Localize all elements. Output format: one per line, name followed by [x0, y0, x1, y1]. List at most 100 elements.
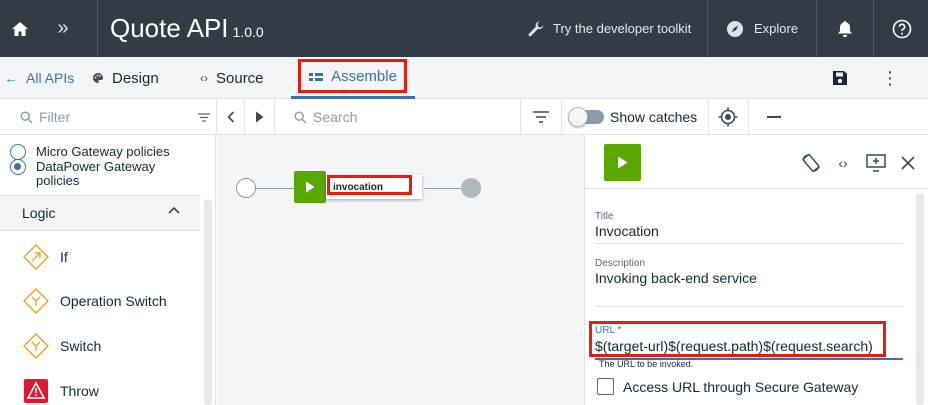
secure-gateway-checkbox[interactable]: Access URL through Secure Gateway: [597, 378, 858, 395]
filter-lines-icon: [198, 112, 210, 122]
canvas-filter-button[interactable]: [530, 99, 552, 135]
datapower-gateway-label: DataPower Gateway policies: [36, 159, 156, 188]
flow-connector: [424, 188, 462, 189]
show-catches-toggle[interactable]: Show catches: [568, 99, 698, 135]
expand-nav-button[interactable]: »: [44, 0, 82, 57]
node-highlight: [327, 175, 412, 195]
palette-item-throw[interactable]: Throw: [22, 377, 99, 405]
palette-item-if[interactable]: If: [22, 243, 68, 271]
logic-section-header[interactable]: Logic: [0, 195, 200, 231]
logic-section-title: Logic: [22, 205, 56, 221]
divider: [816, 0, 817, 57]
code-icon: ‹›: [200, 71, 208, 85]
toggle-knob: [568, 107, 588, 127]
rotate-view-button[interactable]: [800, 152, 822, 174]
all-apis-label: All APIs: [26, 70, 75, 86]
url-field-highlight: [589, 321, 886, 357]
assembly-canvas[interactable]: invocation: [217, 135, 584, 405]
divider: [561, 99, 562, 135]
notifications-button[interactable]: [818, 0, 872, 57]
wrench-icon: [528, 21, 544, 36]
divider: [244, 99, 245, 135]
invoke-policy-icon: [604, 144, 641, 181]
chevron-left-icon: [227, 111, 235, 123]
add-to-screen-button[interactable]: [865, 152, 887, 174]
all-apis-link[interactable]: ← All APIs: [4, 57, 74, 99]
save-button[interactable]: [826, 57, 854, 99]
chevron-up-icon: [168, 206, 180, 214]
palette-item-switch[interactable]: Switch: [22, 332, 101, 360]
explore-label: Explore: [754, 21, 799, 36]
description-field-label: Description: [595, 258, 646, 269]
radio-button: [10, 144, 26, 160]
filter-placeholder: Filter: [39, 109, 71, 125]
close-panel-button[interactable]: [897, 152, 919, 174]
help-button[interactable]: [876, 0, 928, 57]
tab-source[interactable]: ‹› Source: [200, 57, 264, 99]
description-field[interactable]: Description Invoking back-end service: [595, 258, 903, 307]
throw-icon: [22, 377, 50, 405]
developer-toolkit-link[interactable]: Try the developer toolkit: [527, 0, 691, 57]
datapower-gateway-radio[interactable]: DataPower Gateway policies: [10, 159, 176, 188]
divider: [707, 0, 708, 57]
switch-icon: [22, 332, 50, 360]
checkbox-box: [597, 378, 614, 395]
palette-scrollbar[interactable]: [204, 199, 212, 405]
close-icon: [901, 156, 915, 170]
divider: [274, 99, 275, 135]
title-field-label: Title: [595, 211, 614, 222]
url-help-text: The URL to be invoked.: [599, 359, 694, 369]
api-version: 1.0.0: [232, 24, 264, 40]
palette-item-operation-switch[interactable]: Operation Switch: [22, 287, 167, 315]
tab-design-label: Design: [112, 69, 159, 87]
palette-item-label: Throw: [60, 383, 99, 399]
flow-end-node: [461, 178, 481, 198]
title-field-value: Invocation: [595, 222, 903, 244]
arrow-left-icon: ←: [4, 70, 18, 86]
more-options-button[interactable]: ⋮: [876, 57, 904, 99]
divider: [520, 99, 521, 135]
toolkit-label: Try the developer toolkit: [553, 21, 692, 36]
properties-scrollbar[interactable]: [916, 193, 924, 405]
divider: [708, 99, 709, 135]
palette-filter-options-button[interactable]: [194, 99, 214, 135]
secure-gateway-label: Access URL through Secure Gateway: [623, 378, 859, 395]
title-field[interactable]: Title Invocation: [595, 211, 903, 244]
search-placeholder: Search: [313, 109, 358, 125]
zoom-out-button[interactable]: [764, 99, 784, 135]
play-arrow-icon: [255, 111, 263, 123]
show-catches-label: Show catches: [610, 109, 698, 125]
view-source-button[interactable]: ‹›: [832, 152, 854, 174]
radio-button-selected: [10, 159, 26, 175]
rotate-device-icon: [802, 153, 820, 173]
help-icon: [892, 19, 912, 38]
overflow-menu-icon: ⋮: [881, 67, 899, 88]
palette-icon: [93, 73, 103, 83]
flow-connector: [256, 188, 294, 189]
center-canvas-button[interactable]: [717, 99, 739, 135]
home-icon: [12, 21, 28, 36]
canvas-search-input[interactable]: Search: [294, 99, 514, 135]
description-field-value: Invoking back-end service: [595, 269, 903, 307]
policy-palette: Micro Gateway policies DataPower Gateway…: [0, 135, 216, 405]
micro-gateway-label: Micro Gateway policies: [36, 144, 170, 159]
palette-item-label: If: [60, 249, 68, 265]
divider: [748, 99, 749, 135]
home-button[interactable]: [0, 0, 40, 57]
expand-palette-button[interactable]: [250, 99, 268, 135]
properties-header: ‹›: [585, 135, 928, 189]
filter-lines-icon: [533, 111, 549, 123]
flow-start-node: [236, 178, 256, 198]
tab-design[interactable]: Design: [92, 57, 159, 99]
search-icon: [294, 110, 307, 123]
search-icon: [20, 110, 33, 123]
assemble-tab-highlight: [298, 59, 407, 93]
toggle-track: [568, 107, 604, 127]
collapse-palette-button[interactable]: [222, 99, 240, 135]
explore-link[interactable]: Explore: [726, 0, 798, 57]
palette-filter-input[interactable]: Filter: [20, 99, 190, 135]
monitor-plus-icon: [866, 154, 886, 172]
api-name: Quote API: [110, 13, 229, 43]
micro-gateway-radio[interactable]: Micro Gateway policies: [10, 144, 170, 160]
compass-icon: [727, 20, 743, 37]
